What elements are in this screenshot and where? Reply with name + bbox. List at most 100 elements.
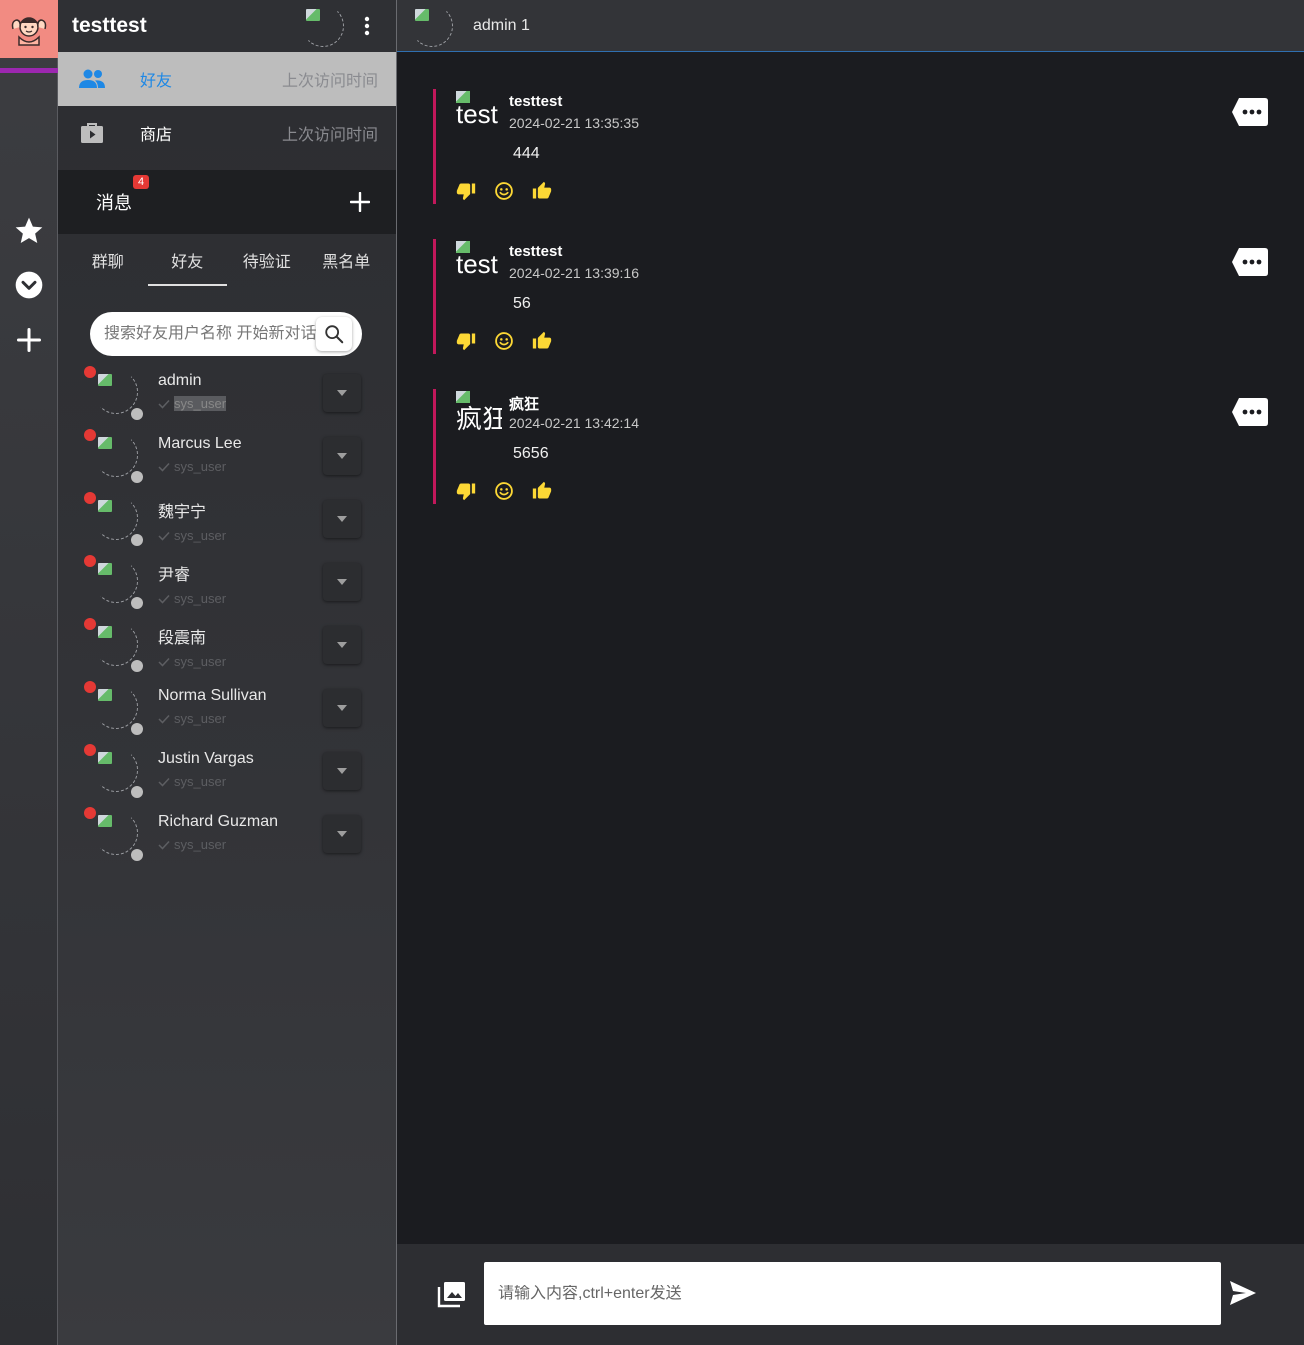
message-avatar[interactable]: test: [456, 91, 502, 129]
friend-dropdown-button[interactable]: [323, 437, 361, 475]
thumb-up-icon[interactable]: [532, 181, 552, 201]
friend-name: Marcus Lee: [158, 435, 242, 452]
message-reactions: [456, 181, 552, 201]
friend-item[interactable]: 魏宇宁 sys_user: [58, 492, 396, 555]
friend-role: sys_user: [158, 837, 278, 852]
friend-dropdown-button[interactable]: [323, 815, 361, 853]
smiley-icon[interactable]: [494, 331, 514, 351]
friend-item[interactable]: Richard Guzman sys_user: [58, 807, 396, 870]
message-avatar[interactable]: test: [456, 241, 502, 279]
chat-title: admin 1: [473, 16, 530, 34]
thumb-up-icon[interactable]: [532, 481, 552, 501]
friend-item[interactable]: admin sys_user: [58, 366, 396, 429]
friend-item[interactable]: 尹睿 sys_user: [58, 555, 396, 618]
search-button[interactable]: [316, 317, 352, 351]
plus-icon: [16, 327, 42, 353]
tab-blacklist[interactable]: 黑名单: [307, 234, 387, 286]
chat-more-icon: [1232, 98, 1268, 126]
search-icon: [325, 325, 344, 344]
caret-down-icon: [337, 390, 347, 396]
friend-item[interactable]: Marcus Lee sys_user: [58, 429, 396, 492]
friend-name: Richard Guzman: [158, 813, 279, 830]
nav-item-label: 商店: [140, 127, 173, 144]
current-user-avatar[interactable]: [302, 5, 344, 47]
message-text: 56: [513, 295, 531, 312]
check-icon: [158, 840, 170, 850]
more-menu-button[interactable]: [352, 11, 382, 41]
message-author: 疯狂: [509, 396, 540, 413]
message-time: 2024-02-21 13:39:16: [509, 265, 639, 281]
thumb-down-icon[interactable]: [456, 181, 476, 201]
friend-dropdown-button[interactable]: [323, 752, 361, 790]
chat-more-icon: [1232, 398, 1268, 426]
message-time: 2024-02-21 13:35:35: [509, 115, 639, 131]
favorites-button[interactable]: [0, 211, 58, 251]
nav-item-shop[interactable]: 商店 上次访问时间: [58, 106, 396, 160]
thumb-down-icon[interactable]: [456, 331, 476, 351]
message-text: 5656: [513, 445, 549, 462]
caret-down-icon: [337, 642, 347, 648]
friend-dropdown-button[interactable]: [323, 689, 361, 727]
message-more-button[interactable]: [1231, 247, 1269, 277]
friend-avatar: [94, 559, 138, 603]
chevron-down-circle-icon: [15, 271, 43, 299]
offline-status-dot: [131, 660, 143, 672]
tab-group-chat[interactable]: 群聊: [68, 234, 148, 286]
offline-status-dot: [131, 408, 143, 420]
friend-role-text: sys_user: [174, 774, 227, 789]
nav-item-label: 好友: [140, 73, 173, 90]
friend-name: 段震南: [158, 630, 207, 647]
expand-button[interactable]: [0, 265, 58, 305]
friend-avatar: [94, 622, 138, 666]
message-composer: [397, 1244, 1304, 1345]
friend-dropdown-button[interactable]: [323, 563, 361, 601]
offline-status-dot: [131, 534, 143, 546]
friend-info: admin sys_user: [158, 372, 227, 411]
app-logo[interactable]: [0, 0, 58, 58]
friend-info: Justin Vargas sys_user: [158, 750, 254, 789]
rail-accent-bar: [0, 68, 58, 73]
tab-friends[interactable]: 好友: [147, 234, 228, 286]
send-icon: [1230, 1281, 1256, 1305]
contact-tabs: 群聊 好友 待验证 黑名单: [58, 234, 396, 286]
thumb-up-icon[interactable]: [532, 331, 552, 351]
message-time: 2024-02-21 13:42:14: [509, 415, 639, 431]
nav-item-meta: 上次访问时间: [281, 73, 378, 90]
check-icon: [158, 462, 170, 472]
message-more-button[interactable]: [1231, 397, 1269, 427]
nav-item-friends[interactable]: 好友 上次访问时间: [58, 52, 396, 106]
friend-dropdown-button[interactable]: [323, 626, 361, 664]
friend-info: Richard Guzman sys_user: [158, 813, 278, 852]
messages-title: 消息 4: [96, 175, 350, 215]
messages-section: 消息 4: [58, 170, 396, 234]
friend-dropdown-button[interactable]: [323, 500, 361, 538]
send-button[interactable]: [1229, 1280, 1259, 1308]
kebab-menu-icon: [364, 16, 370, 36]
chat-partner-avatar[interactable]: [411, 4, 453, 47]
message-more-button[interactable]: [1231, 97, 1269, 127]
friend-item[interactable]: Norma Sullivan sys_user: [58, 681, 396, 744]
message-input[interactable]: [498, 1284, 1221, 1303]
message-avatar[interactable]: 疯狂: [456, 391, 502, 434]
chat-message: test testtest 2024-02-21 13:39:16 56: [433, 239, 1269, 354]
friend-role: sys_user: [158, 396, 227, 411]
smiley-icon[interactable]: [494, 181, 514, 201]
friend-item[interactable]: Justin Vargas sys_user: [58, 744, 396, 807]
friend-role: sys_user: [158, 459, 242, 474]
new-chat-plus-icon[interactable]: [350, 192, 370, 212]
tab-pending[interactable]: 待验证: [227, 234, 307, 286]
chat-area: admin 1 test testtest 2024-02-21 13:35:3…: [397, 0, 1304, 1345]
attach-image-button[interactable]: [437, 1280, 467, 1308]
friend-list: admin sys_user Marcus Lee sys_user 魏宇宁 s…: [58, 366, 396, 870]
thumb-down-icon[interactable]: [456, 481, 476, 501]
smiley-icon[interactable]: [494, 481, 514, 501]
avatar-logo-icon: [11, 17, 47, 46]
offline-status-dot: [131, 471, 143, 483]
search-input[interactable]: [104, 325, 316, 343]
friend-info: Marcus Lee sys_user: [158, 435, 242, 474]
friend-item[interactable]: 段震南 sys_user: [58, 618, 396, 681]
check-icon: [158, 714, 170, 724]
image-library-icon: [437, 1282, 465, 1308]
friend-dropdown-button[interactable]: [323, 374, 361, 412]
add-button[interactable]: [0, 320, 58, 360]
